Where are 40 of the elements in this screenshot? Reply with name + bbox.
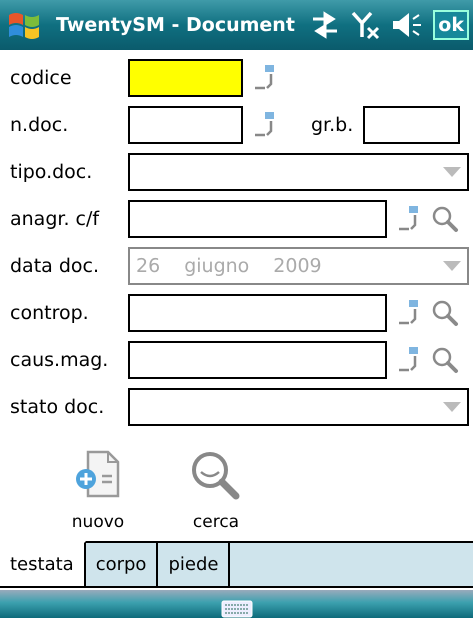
keyboard-icon[interactable] bbox=[220, 600, 252, 618]
picker-icon[interactable] bbox=[253, 64, 277, 92]
field-label: stato doc. bbox=[10, 396, 106, 418]
field-label: data doc. bbox=[10, 254, 100, 276]
input-field[interactable] bbox=[128, 58, 243, 96]
no-signal-icon bbox=[351, 10, 382, 40]
input-field[interactable] bbox=[128, 294, 387, 332]
input-field[interactable] bbox=[363, 106, 460, 144]
day-text: 26 bbox=[136, 254, 160, 276]
action-button[interactable]: nuovo bbox=[70, 448, 126, 532]
field-label: controp. bbox=[10, 302, 90, 324]
year-text: 2009 bbox=[273, 254, 322, 276]
input-field[interactable] bbox=[128, 340, 387, 378]
ok-button[interactable]: ok bbox=[433, 10, 469, 40]
field-label: anagr. c/f bbox=[10, 208, 100, 230]
tab[interactable]: corpo bbox=[86, 541, 158, 586]
field-label: caus.mag. bbox=[10, 348, 110, 370]
field-label: n.doc. bbox=[10, 114, 70, 136]
caret-icon bbox=[443, 402, 461, 412]
month-text: giugno bbox=[184, 254, 250, 276]
field-label: codice bbox=[10, 66, 73, 88]
picker-icon[interactable] bbox=[253, 110, 277, 138]
speaker-icon bbox=[391, 11, 424, 39]
picker-icon[interactable] bbox=[397, 298, 421, 326]
input-field[interactable] bbox=[128, 200, 387, 238]
field-label: tipo.doc. bbox=[10, 160, 94, 182]
tab[interactable]: piede bbox=[158, 541, 230, 586]
picker-icon[interactable] bbox=[397, 204, 421, 232]
caret-icon bbox=[443, 260, 461, 270]
search-icon[interactable] bbox=[431, 298, 459, 326]
search-icon[interactable] bbox=[431, 346, 459, 374]
input-field[interactable] bbox=[128, 106, 243, 144]
picker-icon[interactable] bbox=[397, 346, 421, 374]
dropdown[interactable] bbox=[128, 152, 469, 190]
caret-icon bbox=[443, 166, 461, 176]
window-title: TwentySM - Document bbox=[56, 14, 296, 36]
dropdown[interactable] bbox=[128, 388, 469, 426]
search-icon[interactable] bbox=[431, 204, 459, 232]
action-button[interactable]: cerca bbox=[188, 448, 244, 532]
field-label: gr.b. bbox=[311, 114, 354, 136]
